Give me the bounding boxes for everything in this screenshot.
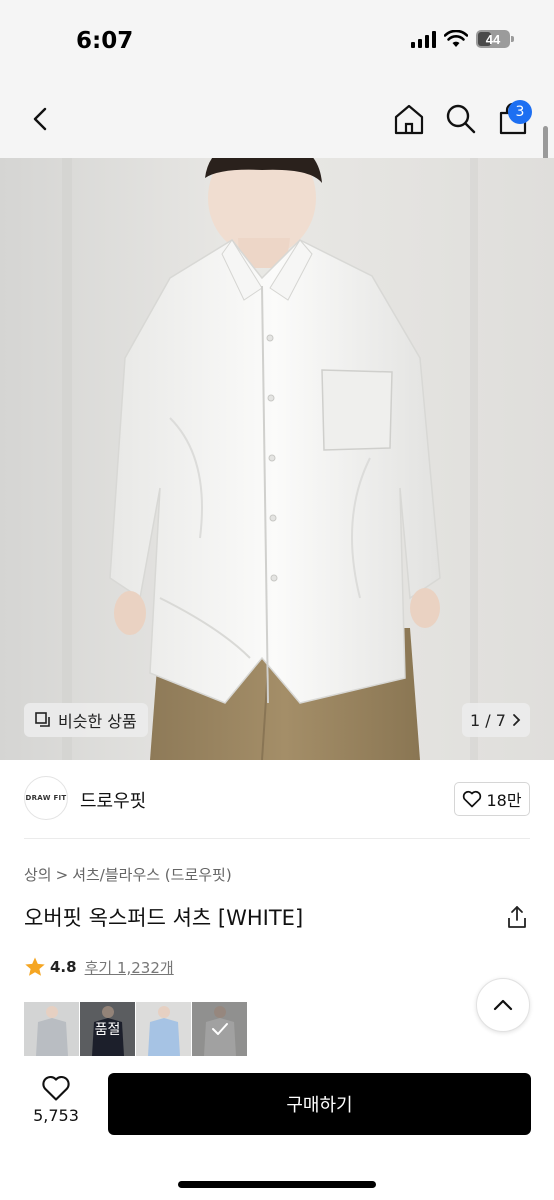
similar-products-label: 비슷한 상품 [58, 712, 137, 731]
rating-row: 4.8 후기 1,232개 [24, 956, 174, 978]
blue-shirt-thumbnail [136, 1002, 191, 1056]
similar-products-button[interactable]: 비슷한 상품 [24, 703, 148, 737]
check-icon [211, 1023, 228, 1035]
color-option-grey[interactable] [24, 1002, 79, 1056]
color-option-navy[interactable]: 품절 [80, 1002, 135, 1056]
divider [24, 838, 530, 839]
heart-icon [463, 790, 482, 808]
breadcrumb-separator: > [55, 865, 69, 884]
status-bar: 6:07 44 [0, 0, 554, 80]
brand-logo[interactable]: DRAW FIT [24, 776, 68, 820]
review-count-link[interactable]: 후기 1,232개 [85, 957, 174, 978]
battery-level: 44 [485, 31, 501, 47]
top-nav-bar [0, 80, 554, 158]
cart-count-badge: 3 [508, 100, 532, 124]
breadcrumb: 상의 > 셔츠/블라우스 (드로우핏) [24, 864, 232, 885]
similar-items-icon [35, 712, 50, 727]
wifi-icon [444, 30, 468, 47]
color-options: 품절 [24, 1002, 247, 1056]
color-option-white[interactable] [192, 1002, 247, 1056]
image-counter: 1 / 7 [470, 710, 506, 730]
battery-icon: 44 [476, 30, 514, 48]
grey-shirt-thumbnail [24, 1002, 79, 1056]
sold-out-label: 품절 [80, 1002, 135, 1056]
status-time: 6:07 [76, 28, 134, 54]
brand-logo-text: DRAW FIT [25, 794, 67, 802]
scroll-to-top-button[interactable] [476, 978, 530, 1032]
product-photo-illustration [0, 158, 554, 760]
product-like-count: 5,753 [33, 1106, 79, 1125]
breadcrumb-subcategory[interactable]: 셔츠/블라우스 (드로우핏) [72, 864, 232, 885]
product-image[interactable] [0, 158, 554, 760]
chevron-left-icon[interactable] [24, 102, 58, 136]
buy-button[interactable]: 구매하기 [108, 1073, 531, 1135]
product-title: 오버핏 옥스퍼드 셔츠 [WHITE] [24, 906, 304, 930]
chevron-right-icon [513, 714, 521, 726]
brand-like-button[interactable]: 18만 [454, 782, 530, 816]
home-indicator [178, 1181, 376, 1188]
chevron-up-icon [493, 999, 513, 1011]
color-option-blue[interactable] [136, 1002, 191, 1056]
home-icon[interactable] [390, 100, 428, 138]
brand-like-count: 18만 [486, 791, 522, 810]
selected-check [192, 1002, 247, 1056]
search-icon[interactable] [442, 100, 480, 138]
share-icon[interactable] [504, 904, 530, 930]
cellular-signal-icon [411, 30, 436, 48]
product-like-button[interactable]: 5,753 [28, 1074, 84, 1125]
breadcrumb-category[interactable]: 상의 [24, 864, 52, 885]
rating-score: 4.8 [50, 958, 77, 976]
star-icon [25, 957, 45, 976]
brand-name[interactable]: 드로우핏 [80, 787, 146, 813]
image-counter-button[interactable]: 1 / 7 [462, 703, 530, 737]
heart-icon [42, 1075, 70, 1101]
status-icons: 44 [411, 30, 514, 48]
